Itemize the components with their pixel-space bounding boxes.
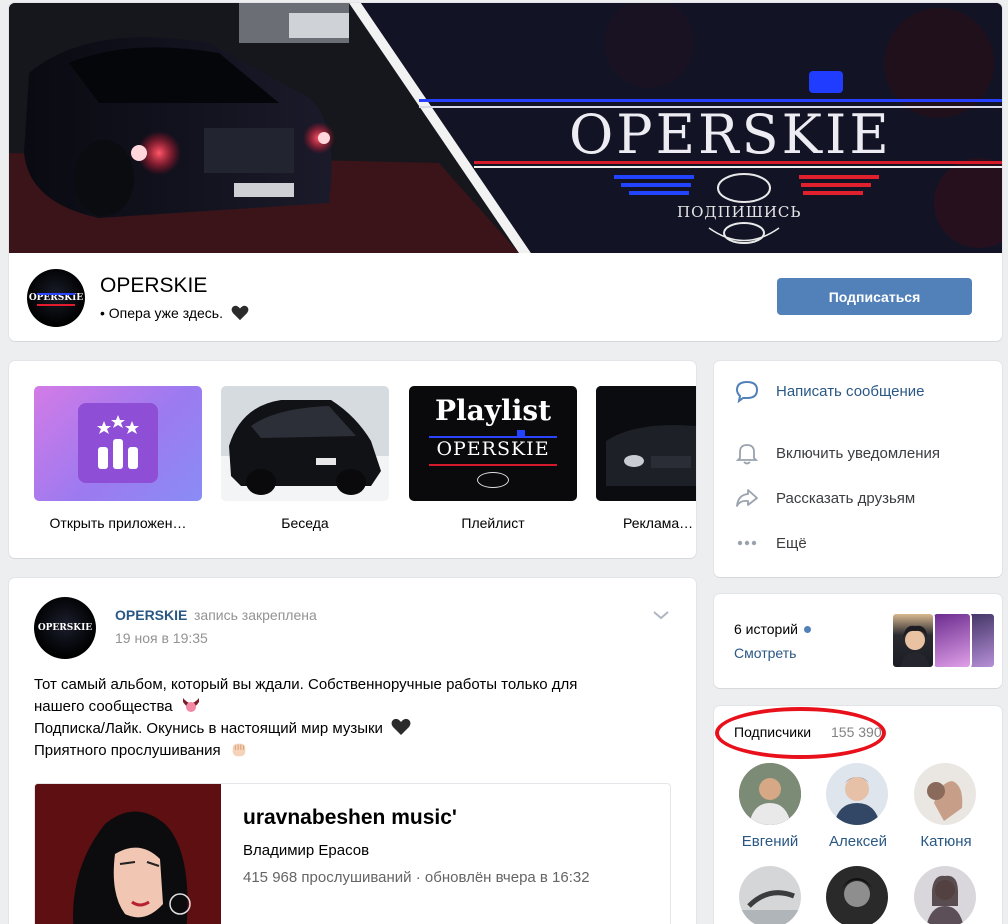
stories-widget: 6 историй Смотреть	[714, 594, 1002, 688]
post-avatar-text: OPERSKIE	[37, 623, 93, 633]
tongue-emoji-icon	[182, 698, 199, 712]
post-date-link[interactable]: 19 ноя в 19:35	[115, 630, 208, 646]
cover-wordmark: OPERSKIE	[569, 103, 892, 166]
notifications-label: Включить уведомления	[776, 444, 941, 462]
subscribe-button[interactable]: Подписаться	[777, 278, 972, 315]
shortcut-app-label[interactable]: Открыть приложен…	[34, 515, 202, 531]
share-arrow-icon	[736, 489, 758, 507]
playlist-stripe	[429, 464, 557, 466]
post-author-link[interactable]: OPERSKIE	[115, 607, 187, 623]
subscriber-avatar[interactable]	[739, 763, 801, 825]
post-text-line: нашего сообщества	[34, 696, 201, 718]
subscribers-count: 155 390	[831, 724, 882, 740]
playlist-meta: 415 968 прослушиваний · обновлён вчера в…	[243, 869, 590, 886]
story-thumb[interactable]	[891, 612, 935, 669]
shortcut-ad-label[interactable]: Реклама - …	[599, 515, 696, 531]
avatar-stripe	[37, 293, 75, 295]
cover-image: OPERSKIE ПОДПИШИСЬ	[9, 3, 1002, 253]
subscribers-widget: Подписчики 155 390 Евгений Алексей Катюн…	[714, 706, 1002, 924]
car-photo	[221, 386, 389, 501]
playlist-attachment[interactable]: uravnabeshen music' Владимир Ерасов 415 …	[34, 783, 671, 924]
post-pinned-label: запись закреплена	[194, 607, 317, 623]
black-heart-icon	[391, 718, 411, 735]
unread-dot	[803, 626, 811, 633]
shortcut-playlist-label[interactable]: Плейлист	[409, 515, 577, 531]
shortcut-app[interactable]	[34, 386, 202, 501]
shortcut-ad[interactable]	[596, 386, 696, 501]
more-label: Ещё	[776, 534, 807, 552]
meta-separator: ·	[415, 869, 425, 886]
chevron-down-icon[interactable]	[652, 609, 670, 621]
story-thumb[interactable]	[932, 612, 972, 669]
group-status: • Опера уже здесь.	[100, 305, 249, 321]
post-text-line: Тот самый альбом, который вы ждали. Собс…	[34, 676, 578, 693]
playlist-cover-sub: OPERSKIE	[436, 438, 550, 460]
subscribers-title[interactable]: Подписчики	[734, 724, 811, 740]
subscriber-avatar[interactable]	[826, 866, 888, 924]
share-label: Рассказать друзьям	[776, 489, 916, 507]
post-text-line: Приятного прослушивания	[34, 740, 249, 762]
post-text-fragment: Приятного прослушивания	[34, 742, 221, 759]
shortcut-chat[interactable]	[221, 386, 389, 501]
stories-count-text: 6 историй	[734, 621, 798, 637]
subscriber-name[interactable]: Катюня	[902, 833, 990, 850]
write-message-action[interactable]: Написать сообщение	[734, 379, 925, 403]
subscriber-name[interactable]: Алексей	[814, 833, 902, 850]
raised-fist-emoji-icon	[232, 743, 246, 757]
playlist-cover-title: Playlist	[434, 394, 552, 427]
playlist-title[interactable]: uravnabeshen music'	[243, 806, 457, 830]
message-icon	[735, 380, 759, 403]
post-avatar[interactable]: OPERSKIE	[34, 597, 96, 659]
subscriber-avatar[interactable]	[826, 763, 888, 825]
shortcut-chat-label[interactable]: Беседа	[221, 515, 389, 531]
group-avatar[interactable]: OPERSKIE	[27, 269, 85, 327]
share-action[interactable]: Рассказать друзьям	[734, 486, 915, 510]
write-message-label: Написать сообщение	[776, 382, 925, 400]
post-text-fragment: нашего сообщества	[34, 698, 173, 715]
subscriber-avatar[interactable]	[914, 763, 976, 825]
playlist-updated: обновлён вчера в 16:32	[424, 869, 590, 886]
notifications-action[interactable]: Включить уведомления	[734, 441, 940, 465]
post-text-fragment: Подписка/Лайк. Окунись в настоящий мир м…	[34, 720, 383, 737]
avatar-stripe	[37, 304, 75, 306]
subscriber-avatar[interactable]	[914, 866, 976, 924]
pinned-post: OPERSKIE OPERSKIE запись закреплена 19 н…	[9, 578, 696, 924]
stories-count: 6 историй	[734, 621, 811, 637]
playlist-plays: 415 968 прослушиваний	[243, 869, 412, 886]
group-name: OPERSKIE	[100, 274, 208, 297]
shortcuts-panel: Открыть приложен… Беседа Playlist OPERSK…	[9, 361, 696, 558]
album-cover	[35, 784, 221, 924]
status-text: • Опера уже здесь.	[100, 305, 223, 321]
car-night-photo	[596, 386, 696, 501]
stories-view-link[interactable]: Смотреть	[734, 645, 796, 661]
cover-subtitle: ПОДПИШИСЬ	[677, 203, 802, 221]
post-text-line: Подписка/Лайк. Окунись в настоящий мир м…	[34, 718, 411, 740]
shortcut-playlist[interactable]: Playlist OPERSKIE	[409, 386, 577, 501]
subscriber-name[interactable]: Евгений	[726, 833, 814, 850]
app-rating-icon	[78, 403, 158, 483]
more-dots-icon	[737, 540, 757, 546]
black-heart-icon	[231, 305, 249, 321]
subscriber-avatar[interactable]	[739, 866, 801, 924]
group-actions: Написать сообщение Включить уведомления …	[714, 361, 1002, 577]
bell-icon	[735, 444, 759, 465]
more-action[interactable]: Ещё	[734, 531, 807, 555]
playlist-ornament	[477, 472, 509, 488]
playlist-artist[interactable]: Владимир Ерасов	[243, 842, 369, 859]
group-header: OPERSKIE ПОДПИШИСЬ OPERSKIE OPERSKIE • О…	[9, 3, 1002, 341]
